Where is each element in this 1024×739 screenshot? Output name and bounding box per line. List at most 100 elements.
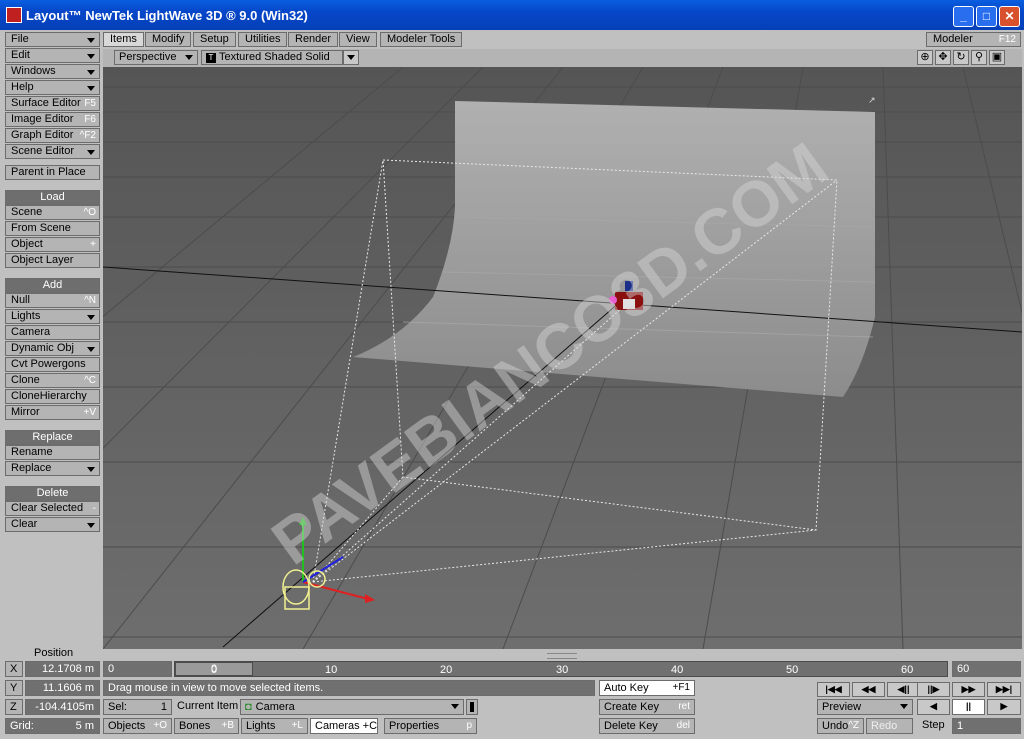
- cvt-powergons-button[interactable]: Cvt Powergons: [5, 357, 100, 372]
- delete-key-button[interactable]: Delete Key del: [599, 718, 695, 734]
- z-axis-toggle[interactable]: Z: [5, 699, 23, 715]
- undo-button[interactable]: Undo ^Z: [817, 718, 864, 734]
- next-frame-button[interactable]: ||▶: [917, 682, 950, 697]
- y-axis-toggle[interactable]: Y: [5, 680, 23, 696]
- first-frame-button[interactable]: |◀◀: [817, 682, 850, 697]
- bones-label: Bones: [179, 720, 211, 732]
- mirror-button[interactable]: Mirror +V: [5, 405, 100, 420]
- start-frame-field[interactable]: 0: [103, 661, 172, 677]
- clear-menu[interactable]: Clear: [5, 517, 100, 532]
- properties-button[interactable]: Properties p: [384, 718, 477, 734]
- scene-editor-button[interactable]: Scene Editor: [5, 144, 100, 159]
- add-lights-menu[interactable]: Lights: [5, 309, 100, 324]
- render-mode-label: Textured Shaded Solid: [219, 51, 330, 63]
- chevron-down-icon: [87, 86, 95, 91]
- z-position-field[interactable]: -104.4105m: [25, 699, 100, 715]
- tab-modeler-tools[interactable]: Modeler Tools: [380, 32, 463, 47]
- timeline-resize-handle[interactable]: [547, 653, 577, 659]
- last-frame-button[interactable]: ▶▶|: [987, 682, 1021, 697]
- clone-hierarchy-button[interactable]: CloneHierarchy: [5, 389, 100, 404]
- parent-in-place-toggle[interactable]: Parent in Place: [5, 165, 100, 180]
- image-editor-label: Image Editor: [11, 113, 74, 125]
- clear-selected-button[interactable]: Clear Selected -: [5, 501, 100, 516]
- y-position-field[interactable]: 11.1606 m: [25, 680, 100, 696]
- chevron-down-icon: [87, 315, 95, 320]
- x-axis-toggle[interactable]: X: [5, 661, 23, 677]
- perspective-viewport[interactable]: ↗ PAVEBIANCO3D.COM: [103, 67, 1022, 649]
- tab-modify[interactable]: Modify: [145, 32, 192, 47]
- render-mode-dropdown[interactable]: T Textured Shaded Solid: [201, 50, 343, 65]
- objects-filter-button[interactable]: Objects +O: [103, 718, 172, 734]
- timeline-tick: 20: [440, 664, 453, 676]
- replace-menu[interactable]: Replace: [5, 461, 100, 476]
- grid-size-field[interactable]: Grid: 5 m: [5, 718, 100, 734]
- preview-label: Preview: [822, 701, 862, 713]
- load-scene-button[interactable]: Scene ^O: [5, 205, 100, 220]
- item-picker-button[interactable]: [466, 699, 478, 715]
- cameras-filter-button[interactable]: Cameras +C: [310, 718, 378, 734]
- center-view-icon[interactable]: ⊕: [917, 50, 933, 65]
- file-menu[interactable]: File: [5, 32, 100, 47]
- graph-editor-button[interactable]: Graph Editor ^F2: [5, 128, 100, 143]
- tab-items[interactable]: Items: [103, 32, 144, 47]
- maximize-button[interactable]: □: [976, 6, 997, 27]
- x-position-field[interactable]: 12.1708 m: [25, 661, 100, 677]
- scene-canvas[interactable]: ↗ PAVEBIANCO3D.COM: [103, 67, 1022, 649]
- maximize-view-icon[interactable]: ▣: [989, 50, 1005, 65]
- current-item-value: Camera: [255, 701, 295, 713]
- image-editor-button[interactable]: Image Editor F6: [5, 112, 100, 127]
- timeline-tick: 10: [325, 664, 338, 676]
- edit-menu[interactable]: Edit: [5, 48, 100, 63]
- preview-dropdown[interactable]: Preview: [817, 699, 913, 715]
- previous-key-button[interactable]: ◀◀: [852, 682, 885, 697]
- lights-filter-button[interactable]: Lights +L: [241, 718, 308, 734]
- add-null-button[interactable]: Null ^N: [5, 293, 100, 308]
- move-view-icon[interactable]: ✥: [935, 50, 951, 65]
- tab-render[interactable]: Render: [288, 32, 339, 47]
- lightwave-app-icon[interactable]: [6, 7, 22, 23]
- surface-editor-button[interactable]: Surface Editor F5: [5, 96, 100, 111]
- close-button[interactable]: ✕: [999, 6, 1020, 27]
- load-object-label: Object: [11, 238, 43, 250]
- from-scene-button[interactable]: From Scene: [5, 221, 100, 236]
- redo-button[interactable]: Redo: [866, 718, 913, 734]
- auto-key-toggle[interactable]: Auto Key +F1: [599, 680, 695, 696]
- delete-key-label: Delete Key: [604, 720, 658, 732]
- windows-menu[interactable]: Windows: [5, 64, 100, 79]
- step-label: Step: [922, 719, 945, 731]
- next-key-button[interactable]: ▶▶: [952, 682, 985, 697]
- rotate-view-icon[interactable]: ↻: [953, 50, 969, 65]
- surface-editor-label: Surface Editor: [11, 97, 81, 109]
- chevron-down-icon: [900, 704, 908, 709]
- view-type-label: Perspective: [119, 51, 177, 63]
- pause-button[interactable]: ||: [952, 699, 985, 715]
- replace-section-header: Replace: [5, 430, 100, 445]
- play-forward-button[interactable]: ▶: [987, 699, 1021, 715]
- load-object-button[interactable]: Object +: [5, 237, 100, 252]
- create-key-button[interactable]: Create Key ret: [599, 699, 695, 715]
- minimize-button[interactable]: _: [953, 6, 974, 27]
- chevron-down-icon: [87, 150, 95, 155]
- help-menu[interactable]: Help: [5, 80, 100, 95]
- current-item-dropdown[interactable]: ◘ Camera: [240, 699, 464, 715]
- viewport-options-dropdown[interactable]: [343, 50, 359, 65]
- rename-button[interactable]: Rename: [5, 445, 100, 460]
- add-camera-button[interactable]: Camera: [5, 325, 100, 340]
- end-frame-field[interactable]: 60: [952, 661, 1021, 677]
- clone-button[interactable]: Clone ^C: [5, 373, 100, 388]
- view-type-dropdown[interactable]: Perspective: [114, 50, 198, 65]
- bones-filter-button[interactable]: Bones +B: [174, 718, 239, 734]
- play-backward-button[interactable]: ◀: [917, 699, 950, 715]
- step-field[interactable]: 1: [952, 718, 1021, 734]
- previous-frame-button[interactable]: ◀||: [887, 682, 920, 697]
- modeler-button[interactable]: Modeler F12: [926, 32, 1021, 47]
- tab-setup[interactable]: Setup: [193, 32, 236, 47]
- object-layer-button[interactable]: Object Layer: [5, 253, 100, 268]
- tab-view[interactable]: View: [339, 32, 377, 47]
- zoom-view-icon[interactable]: ⚲: [971, 50, 987, 65]
- tab-utilities[interactable]: Utilities: [238, 32, 288, 47]
- replace-label: Replace: [11, 462, 52, 474]
- dynamic-obj-menu[interactable]: Dynamic Obj: [5, 341, 100, 356]
- chevron-down-icon: [87, 523, 95, 528]
- clear-selected-label: Clear Selected: [11, 502, 84, 514]
